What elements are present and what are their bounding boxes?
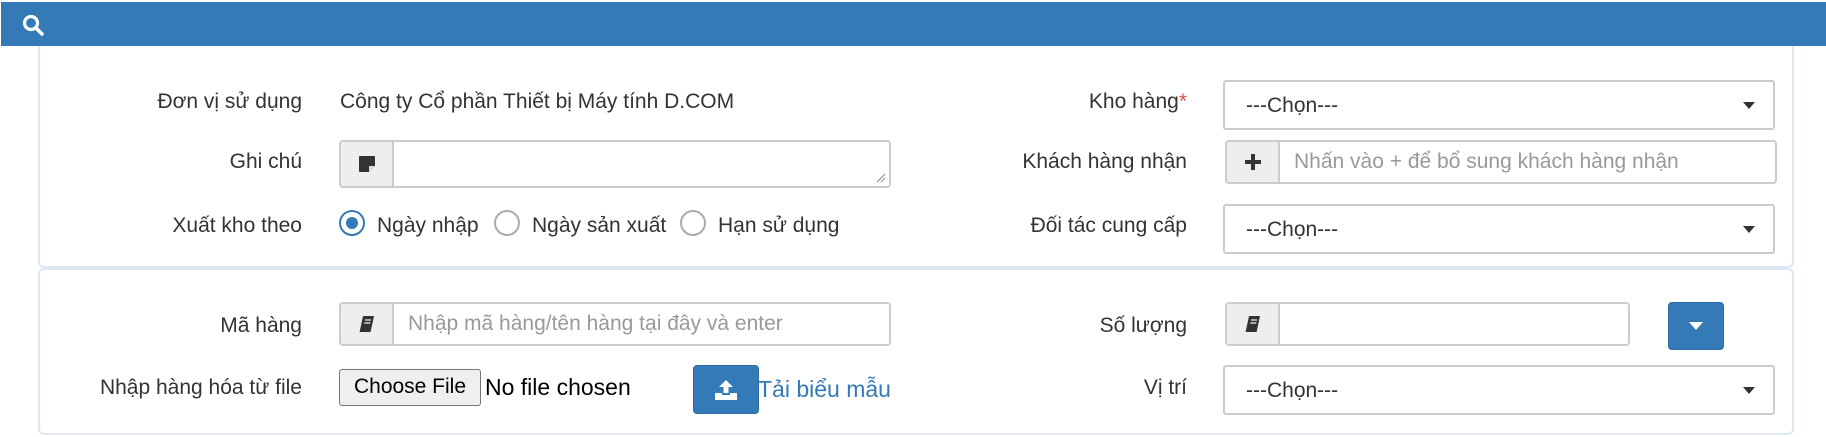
- customer-label: Khách hàng nhận: [1022, 150, 1187, 173]
- caret-down-icon: [1743, 226, 1755, 233]
- warehouse-label-text: Kho hàng: [1088, 90, 1179, 113]
- quantity-input[interactable]: [1280, 304, 1628, 344]
- quantity-field[interactable]: [1225, 302, 1630, 346]
- search-panel-header[interactable]: [1, 2, 1826, 46]
- radio-expiry-date[interactable]: [680, 210, 706, 236]
- add-customer-button[interactable]: [1227, 142, 1280, 182]
- customer-field[interactable]: [1225, 140, 1777, 184]
- warehouse-select[interactable]: ---Chọn---: [1223, 80, 1775, 130]
- location-label: Vị trí: [1143, 376, 1187, 399]
- upload-button[interactable]: [693, 365, 759, 414]
- item-code-input[interactable]: [394, 304, 889, 344]
- import-file-label: Nhập hàng hóa từ file: [99, 376, 302, 399]
- book-icon: [1245, 316, 1260, 332]
- note-field[interactable]: [339, 140, 891, 188]
- radio-expiry-date-label[interactable]: Hạn sử dụng: [718, 214, 839, 238]
- item-code-label: Mã hàng: [220, 314, 302, 337]
- supplier-select[interactable]: ---Chọn---: [1223, 204, 1775, 254]
- unit-label: Đơn vị sử dụng: [157, 90, 302, 113]
- warehouse-label: Kho hàng*: [1089, 90, 1187, 114]
- quantity-dropdown-button[interactable]: [1668, 302, 1724, 350]
- supplier-label: Đối tác cung cấp: [1030, 214, 1187, 237]
- export-label: Xuất kho theo: [172, 214, 302, 237]
- customer-input[interactable]: [1280, 142, 1775, 182]
- caret-down-icon: [1743, 387, 1755, 394]
- note-addon: [341, 142, 394, 186]
- radio-import-date[interactable]: [339, 210, 365, 236]
- quantity-label: Số lượng: [1099, 314, 1187, 337]
- caret-down-icon: [1743, 102, 1755, 109]
- radio-production-date-label[interactable]: Ngày sản xuất: [532, 214, 666, 238]
- warehouse-select-value: ---Chọn---: [1246, 94, 1339, 117]
- file-status: No file chosen: [485, 374, 631, 400]
- supplier-select-value: ---Chọn---: [1246, 218, 1339, 241]
- sticky-note-icon: [358, 156, 375, 172]
- choose-file-button[interactable]: Choose File: [339, 369, 481, 406]
- upload-icon: [715, 379, 737, 400]
- plus-icon: [1244, 154, 1261, 170]
- book-icon: [359, 316, 374, 332]
- note-label: Ghi chú: [229, 150, 302, 173]
- search-icon: [22, 14, 44, 36]
- caret-down-icon: [1689, 322, 1703, 330]
- radio-import-date-label[interactable]: Ngày nhập: [377, 214, 479, 238]
- resize-grip-icon[interactable]: [875, 172, 886, 183]
- note-textarea[interactable]: [394, 142, 889, 186]
- location-select-value: ---Chọn---: [1246, 379, 1339, 402]
- download-template-link[interactable]: Tải biểu mẫu: [758, 376, 891, 403]
- required-mark: *: [1178, 90, 1187, 113]
- radio-production-date[interactable]: [494, 210, 520, 236]
- item-code-field[interactable]: [339, 302, 891, 346]
- unit-value: Công ty Cổ phần Thiết bị Máy tính D.COM: [340, 90, 735, 113]
- item-code-addon: [341, 304, 394, 344]
- quantity-addon: [1227, 304, 1280, 344]
- location-select[interactable]: ---Chọn---: [1223, 365, 1775, 415]
